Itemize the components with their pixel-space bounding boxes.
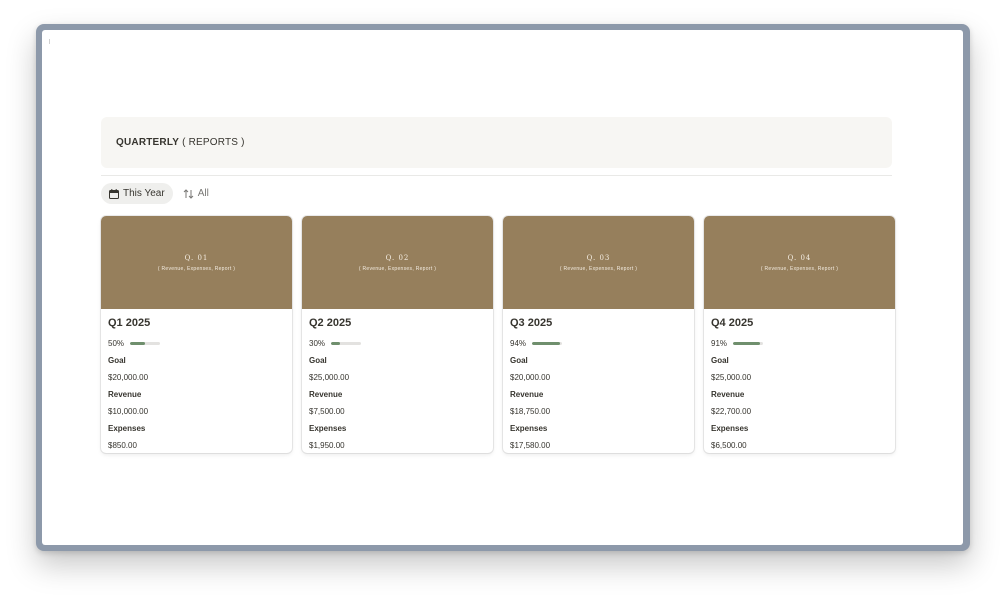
page-title-rest: ( REPORTS ) [179,137,245,148]
progress-percent: 91% [711,339,728,348]
cover-subtitle: ( Revenue, Expenses, Report ) [760,265,839,272]
expenses-value: $1,950.00 [309,441,345,450]
revenue-label: Revenue [711,390,745,399]
goal-value: $25,000.00 [309,373,350,382]
app-window: QUARTERLY ( REPORTS ) This Year All Q. 0… [42,30,963,545]
card-body: Q1 2025 50% Goal $20,000.00 Revenue $10,… [101,309,292,452]
progress-row: 50% [108,337,285,350]
cover-title: Q. 03 [586,253,611,262]
progress-row: 91% [711,337,888,350]
goal-value: $20,000.00 [510,373,551,382]
cover-title: Q. 04 [787,253,812,262]
progress-track [331,342,361,345]
report-card[interactable]: Q. 01 ( Revenue, Expenses, Report ) Q1 2… [101,216,292,453]
cover-subtitle: ( Revenue, Expenses, Report ) [358,265,437,272]
view-tabs: This Year All [101,183,217,204]
revenue-value: $18,750.00 [510,407,551,416]
revenue-value: $7,500.00 [309,407,345,416]
progress-percent: 30% [309,339,326,348]
cover-title: Q. 02 [385,253,410,262]
report-card[interactable]: Q. 02 ( Revenue, Expenses, Report ) Q2 2… [302,216,493,453]
report-card[interactable]: Q. 04 ( Revenue, Expenses, Report ) Q4 2… [704,216,895,453]
goal-label: Goal [711,356,729,365]
expenses-value: $850.00 [108,441,137,450]
tab-all[interactable]: All [175,183,217,204]
card-body: Q2 2025 30% Goal $25,000.00 Revenue $7,5… [302,309,493,452]
expenses-value: $6,500.00 [711,441,747,450]
goal-value: $25,000.00 [711,373,752,382]
card-cover: Q. 04 ( Revenue, Expenses, Report ) [704,216,895,309]
sort-icon [183,188,194,199]
progress-percent: 94% [510,339,527,348]
corner-mark [49,39,50,44]
expenses-label: Expenses [108,424,146,433]
page-title: QUARTERLY ( REPORTS ) [116,137,245,148]
card-title: Q1 2025 [108,317,151,329]
card-body: Q3 2025 94% Goal $20,000.00 Revenue $18,… [503,309,694,452]
card-cover: Q. 02 ( Revenue, Expenses, Report ) [302,216,493,309]
calendar-icon [109,188,119,199]
screen: QUARTERLY ( REPORTS ) This Year All Q. 0… [0,0,1005,598]
card-cover: Q. 03 ( Revenue, Expenses, Report ) [503,216,694,309]
expenses-value: $17,580.00 [510,441,551,450]
divider [101,175,892,176]
tab-this-year[interactable]: This Year [101,183,173,204]
expenses-label: Expenses [309,424,347,433]
revenue-value: $10,000.00 [108,407,149,416]
progress-track [130,342,160,345]
goal-value: $20,000.00 [108,373,149,382]
tab-all-label: All [197,188,209,199]
progress-percent: 50% [108,339,125,348]
goal-label: Goal [108,356,126,365]
page-title-strong: QUARTERLY [116,137,180,148]
cover-subtitle: ( Revenue, Expenses, Report ) [157,265,236,272]
goal-label: Goal [309,356,327,365]
revenue-label: Revenue [309,390,343,399]
expenses-label: Expenses [711,424,749,433]
progress-row: 94% [510,337,687,350]
progress-track [532,342,562,345]
progress-fill [130,342,145,345]
revenue-value: $22,700.00 [711,407,752,416]
goal-label: Goal [510,356,528,365]
progress-fill [733,342,761,345]
card-title: Q3 2025 [510,317,553,329]
progress-fill [331,342,340,345]
expenses-label: Expenses [510,424,548,433]
gallery: Q. 01 ( Revenue, Expenses, Report ) Q1 2… [101,216,895,453]
cover-title: Q. 01 [184,253,209,262]
revenue-label: Revenue [510,390,544,399]
revenue-label: Revenue [108,390,142,399]
cover-subtitle: ( Revenue, Expenses, Report ) [559,265,638,272]
progress-row: 30% [309,337,486,350]
header-callout: QUARTERLY ( REPORTS ) [101,117,892,168]
progress-fill [532,342,561,345]
card-title: Q4 2025 [711,317,754,329]
report-card[interactable]: Q. 03 ( Revenue, Expenses, Report ) Q3 2… [503,216,694,453]
card-body: Q4 2025 91% Goal $25,000.00 Revenue $22,… [704,309,895,452]
card-title: Q2 2025 [309,317,352,329]
card-cover: Q. 01 ( Revenue, Expenses, Report ) [101,216,292,309]
progress-track [733,342,763,345]
tab-this-year-label: This Year [123,188,165,199]
